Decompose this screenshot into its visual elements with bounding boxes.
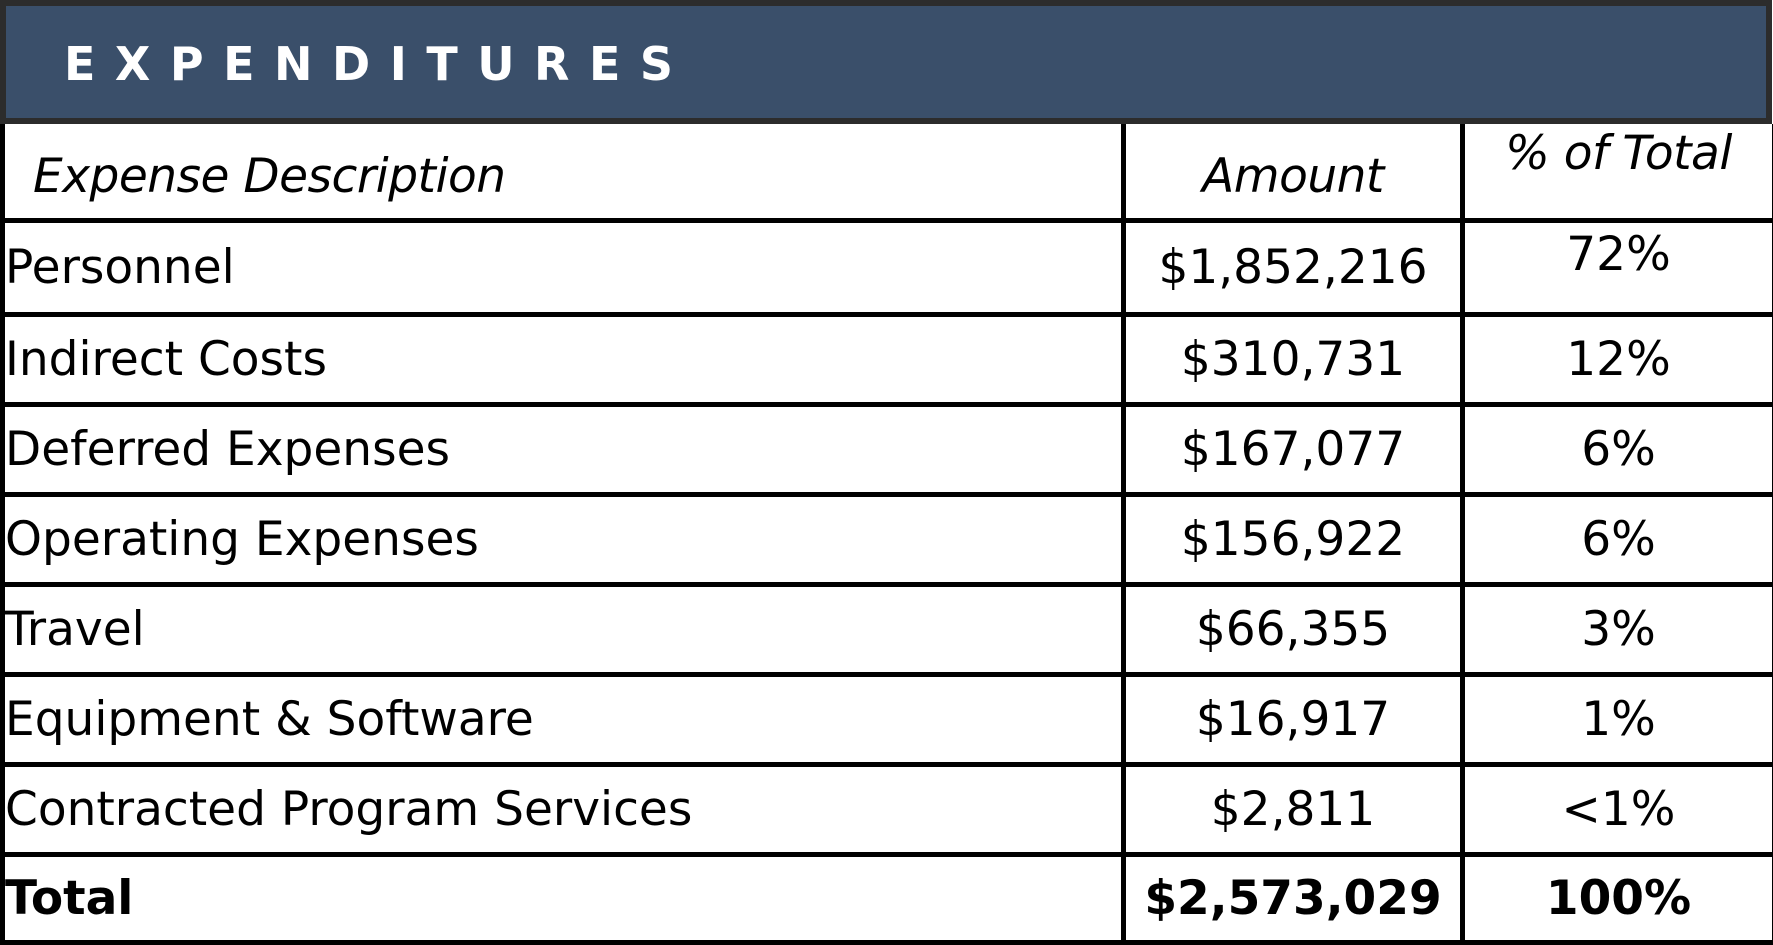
- expenditures-table: Expense Description Amount % of Total Pe…: [0, 124, 1773, 945]
- title-banner-fill: EXPENDITURES: [6, 6, 1766, 118]
- table-row: Indirect Costs $310,731 12%: [3, 315, 1773, 405]
- expense-percent: 3%: [1463, 585, 1773, 675]
- column-header-amount: Amount: [1124, 124, 1463, 221]
- expense-percent: 72%: [1463, 221, 1773, 315]
- table-row: Operating Expenses $156,922 6%: [3, 495, 1773, 585]
- column-header-percent: % of Total: [1463, 124, 1773, 221]
- expense-percent: 6%: [1463, 405, 1773, 495]
- expense-percent: 12%: [1463, 315, 1773, 405]
- page-title: EXPENDITURES: [64, 38, 693, 90]
- expense-amount: $167,077: [1124, 405, 1463, 495]
- expense-amount: $2,811: [1124, 765, 1463, 855]
- expenditures-panel: EXPENDITURES Expense Description Amount …: [0, 0, 1772, 932]
- expense-percent: 1%: [1463, 675, 1773, 765]
- column-header-description: Expense Description: [3, 124, 1124, 221]
- expense-description: Indirect Costs: [3, 315, 1124, 405]
- expense-description: Personnel: [3, 221, 1124, 315]
- expense-amount: $1,852,216: [1124, 221, 1463, 315]
- expense-description: Operating Expenses: [3, 495, 1124, 585]
- expense-description: Deferred Expenses: [3, 405, 1124, 495]
- expense-description: Contracted Program Services: [3, 765, 1124, 855]
- total-label: Total: [3, 855, 1124, 943]
- expense-percent: <1%: [1463, 765, 1773, 855]
- total-amount: $2,573,029: [1124, 855, 1463, 943]
- total-row: Total $2,573,029 100%: [3, 855, 1773, 943]
- title-banner: EXPENDITURES: [0, 0, 1772, 124]
- total-percent: 100%: [1463, 855, 1773, 943]
- expense-percent: 6%: [1463, 495, 1773, 585]
- expense-amount: $66,355: [1124, 585, 1463, 675]
- table-row: Deferred Expenses $167,077 6%: [3, 405, 1773, 495]
- table-row: Personnel $1,852,216 72%: [3, 221, 1773, 315]
- expense-amount: $16,917: [1124, 675, 1463, 765]
- expense-description: Equipment & Software: [3, 675, 1124, 765]
- table-row: Travel $66,355 3%: [3, 585, 1773, 675]
- expense-description: Travel: [3, 585, 1124, 675]
- table-row: Equipment & Software $16,917 1%: [3, 675, 1773, 765]
- table-row: Contracted Program Services $2,811 <1%: [3, 765, 1773, 855]
- expense-amount: $156,922: [1124, 495, 1463, 585]
- table-header-row: Expense Description Amount % of Total: [3, 124, 1773, 221]
- expense-amount: $310,731: [1124, 315, 1463, 405]
